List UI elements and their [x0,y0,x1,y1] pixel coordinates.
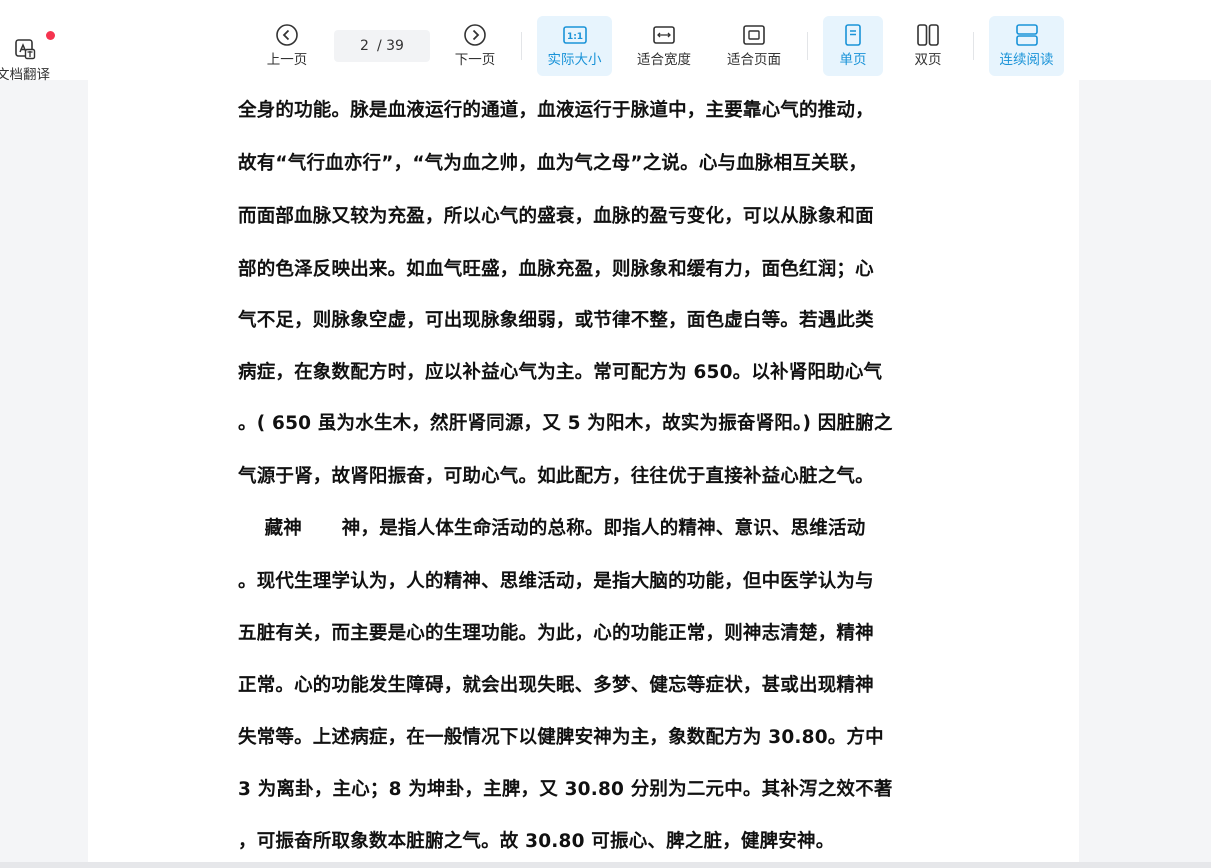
toolbar-divider [521,32,522,60]
fit-page-button[interactable]: 适合页面 [717,16,791,76]
document-text-line: ，可振奋所取象数本脏腑之气。故 30.80 可振心、脾之脏，健脾安神。 [238,831,835,852]
actual-size-icon: 1:1 [562,22,588,48]
toolbar-divider [807,32,808,60]
document-text-line: 藏神 神，是指人体生命活动的总称。即指人的精神、意识、思维活动 [238,518,866,539]
fit-width-icon [651,22,677,48]
reader-toolbar: 文档翻译 上一页 2 / 39 下一页 1:1 实际大小 适合宽度 适合页面 单… [0,12,1211,83]
svg-text:1:1: 1:1 [566,32,582,42]
document-text-line: 故有“气行血亦行”，“气为血之帅，血为气之母”之说。心与血脉相互关联， [238,153,868,174]
document-text-line: 全身的功能。脉是血液运行的通道，血液运行于脉道中，主要靠心气的推动， [238,100,874,121]
document-text-line: 部的色泽反映出来。如血气旺盛，血脉充盈，则脉象和缓有力，面色红润；心 [238,259,874,280]
document-text-line: 。现代生理学认为，人的精神、思维活动，是指大脑的功能，但中医学认为与 [238,571,874,592]
continuous-reading-label: 连续阅读 [999,52,1054,68]
document-text-line: 3 为离卦，主心；8 为坤卦，主脾，又 30.80 分别为二元中。其补泻之效不著 [238,779,893,800]
fit-page-icon [741,22,767,48]
total-pages: / 39 [376,38,404,54]
document-text-line: 正常。心的功能发生障碍，就会出现失眠、多梦、健忘等症状，甚或出现精神 [238,675,874,696]
document-text-line: 。( 650 虽为水生木，然肝肾同源，又 5 为阳木，故实为振奋肾阳。) 因脏腑… [238,413,893,434]
fit-page-label: 适合页面 [727,52,781,68]
bottom-scroll-edge [0,862,1211,868]
toolbar-divider [973,32,974,60]
actual-size-button[interactable]: 1:1 实际大小 [537,16,612,76]
page-counter[interactable]: 2 / 39 [334,30,430,62]
window-top-strip [0,0,1211,12]
document-text-line: 气不足，则脉象空虚，可出现脉象细弱，或节律不整，面色虚白等。若遇此类 [238,310,874,331]
fit-width-button[interactable]: 适合宽度 [627,16,701,76]
next-page-label: 下一页 [454,52,496,68]
document-text-line: 气源于肾，故肾阳振奋，可助心气。如此配方，往往优于直接补益心脏之气。 [238,466,874,487]
actual-size-label: 实际大小 [547,52,602,68]
double-page-icon [915,22,941,48]
fit-width-label: 适合宽度 [637,52,691,68]
single-page-button[interactable]: 单页 [823,16,883,76]
chevron-left-circle-icon [274,22,300,48]
continuous-reading-button[interactable]: 连续阅读 [989,16,1064,76]
single-page-icon [840,22,866,48]
continuous-reading-icon [1014,22,1040,48]
document-translate-label: 文档翻译 [0,67,50,83]
next-page-button[interactable]: 下一页 [444,16,506,76]
document-text-line: 五脏有关，而主要是心的生理功能。为此，心的功能正常，则神志清楚，精神 [238,623,874,644]
prev-page-label: 上一页 [266,52,308,68]
notification-badge [46,31,55,40]
chevron-right-circle-icon [462,22,488,48]
current-page-input[interactable]: 2 [360,38,369,54]
translate-icon [14,38,36,64]
single-page-label: 单页 [839,52,867,68]
document-text-line: 失常等。上述病症，在一般情况下以健脾安神为主，象数配方为 30.80。方中 [238,727,884,748]
document-page: 全身的功能。脉是血液运行的通道，血液运行于脉道中，主要靠心气的推动， 故有“气行… [88,80,1079,862]
prev-page-button[interactable]: 上一页 [256,16,318,76]
document-text-line: 而面部血脉又较为充盈，所以心气的盛衰，血脉的盈亏变化，可以从脉象和面 [238,206,874,227]
double-page-label: 双页 [914,52,942,68]
document-text-line: 病症，在象数配方时，应以补益心气为主。常可配方为 650。以补肾阳助心气 [238,362,883,383]
double-page-button[interactable]: 双页 [898,16,958,76]
